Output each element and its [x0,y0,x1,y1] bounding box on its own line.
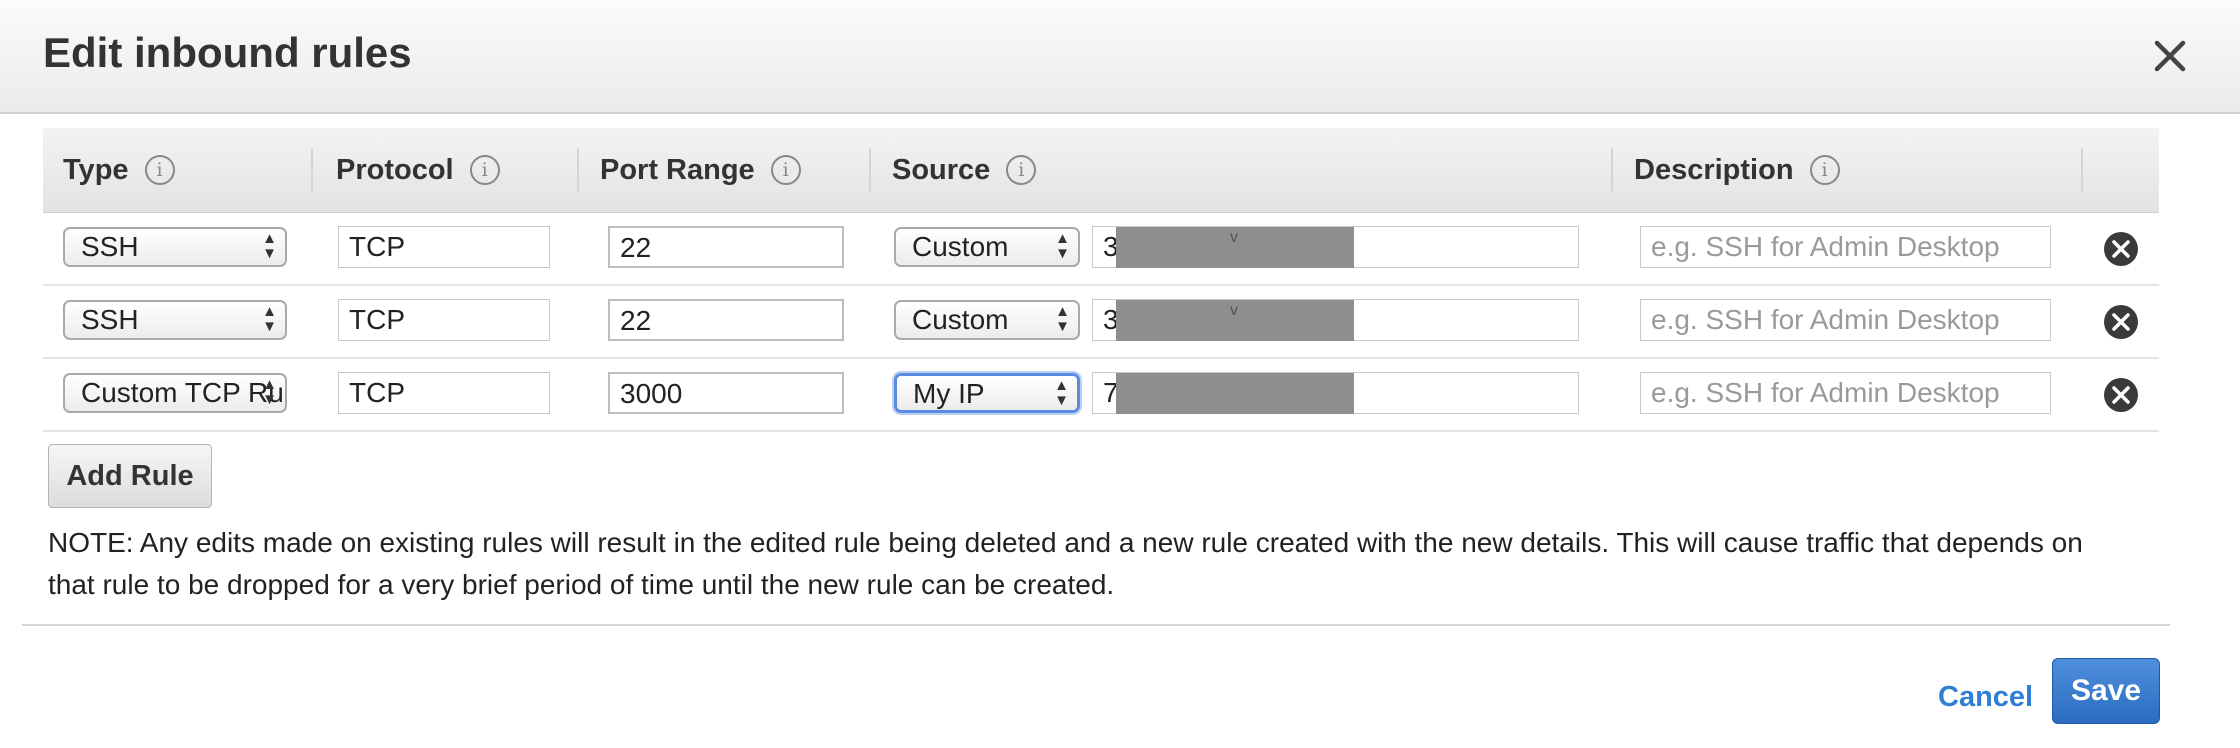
source-select-value: My IP [913,378,985,409]
column-header-source-label: Source [892,153,991,186]
info-icon[interactable]: i [770,155,801,185]
inbound-rules-table: Type i Protocol i Port Range i Source i … [43,128,2159,432]
column-header-description-label: Description [1634,153,1794,186]
table-header: Type i Protocol i Port Range i Source i … [43,128,2159,213]
info-icon[interactable]: i [469,155,500,185]
dialog-header: Edit inbound rules [0,0,2240,114]
protocol-field: TCP [338,372,550,414]
type-select-value: SSH [81,304,139,335]
select-arrows-icon: ▲ ▼ [262,376,277,408]
table-row: SSH ▲▼ TCP 22 Custom ▲▼ 34 v e.g. SSH fo… [43,213,2159,286]
source-select[interactable]: Custom ▲ ▼ [894,300,1080,340]
cancel-button[interactable]: Cancel [1938,681,2033,714]
column-header-description: Description i [1634,128,1840,212]
port-range-input[interactable]: 22 [608,226,844,268]
table-row: SSH ▲▼ TCP 22 Custom ▲▼ 34 v e.g. SSH fo… [43,286,2159,359]
description-input[interactable]: e.g. SSH for Admin Desktop [1640,226,2051,268]
remove-rule-icon[interactable] [2103,377,2139,413]
select-arrows-icon: ▲ ▼ [1055,230,1070,262]
column-divider [869,148,871,192]
column-header-protocol: Protocol i [336,128,500,212]
close-icon[interactable] [2150,36,2190,76]
column-divider [577,148,579,192]
port-range-input[interactable]: 22 [608,299,844,341]
source-select-value: Custom [912,304,1009,335]
source-select[interactable]: My IP ▲ ▼ [894,373,1080,413]
column-header-source: Source i [892,128,1037,212]
description-input[interactable]: e.g. SSH for Admin Desktop [1640,372,2051,414]
column-header-port-range: Port Range i [600,128,801,212]
column-divider [311,148,313,192]
remove-rule-icon[interactable] [2103,231,2139,267]
column-divider [1611,148,1613,192]
edit-inbound-rules-dialog: Edit inbound rules Type i Protocol i Por… [0,0,2240,748]
info-icon[interactable]: i [144,155,175,185]
protocol-field: TCP [338,226,550,268]
type-select-value: Custom TCP Rule [81,377,285,408]
info-icon[interactable]: i [1006,155,1037,185]
select-arrows-icon: ▲ ▼ [1055,303,1070,335]
caret-icon: v [1230,229,1238,246]
info-icon[interactable]: i [1809,155,1840,185]
remove-rule-icon[interactable] [2103,304,2139,340]
type-select[interactable]: SSH ▲ ▼ [63,227,287,267]
description-input[interactable]: e.g. SSH for Admin Desktop [1640,299,2051,341]
column-divider [2081,148,2083,192]
edit-note: NOTE: Any edits made on existing rules w… [48,527,2083,600]
redaction-block [1116,373,1354,414]
caret-icon: v [1230,302,1238,319]
column-header-protocol-label: Protocol [336,153,454,186]
dialog-title: Edit inbound rules [43,29,412,76]
column-header-type-label: Type [63,153,129,186]
footer-divider [22,624,2170,626]
save-button[interactable]: Save [2052,658,2160,724]
select-arrows-icon: ▲ ▼ [262,303,277,335]
source-select[interactable]: Custom ▲ ▼ [894,227,1080,267]
select-arrows-icon: ▲ ▼ [1054,377,1069,409]
column-header-port-range-label: Port Range [600,153,755,186]
type-select[interactable]: SSH ▲ ▼ [63,300,287,340]
table-row: Custom TCP Rule ▲▼ TCP 3000 My IP ▲▼ 74 … [43,359,2159,432]
column-header-type: Type i [63,128,175,212]
type-select[interactable]: Custom TCP Rule ▲ ▼ [63,373,287,413]
type-select-value: SSH [81,231,139,262]
source-select-value: Custom [912,231,1009,262]
select-arrows-icon: ▲ ▼ [262,230,277,262]
add-rule-button[interactable]: Add Rule [48,444,212,508]
port-range-input[interactable]: 3000 [608,372,844,414]
protocol-field: TCP [338,299,550,341]
